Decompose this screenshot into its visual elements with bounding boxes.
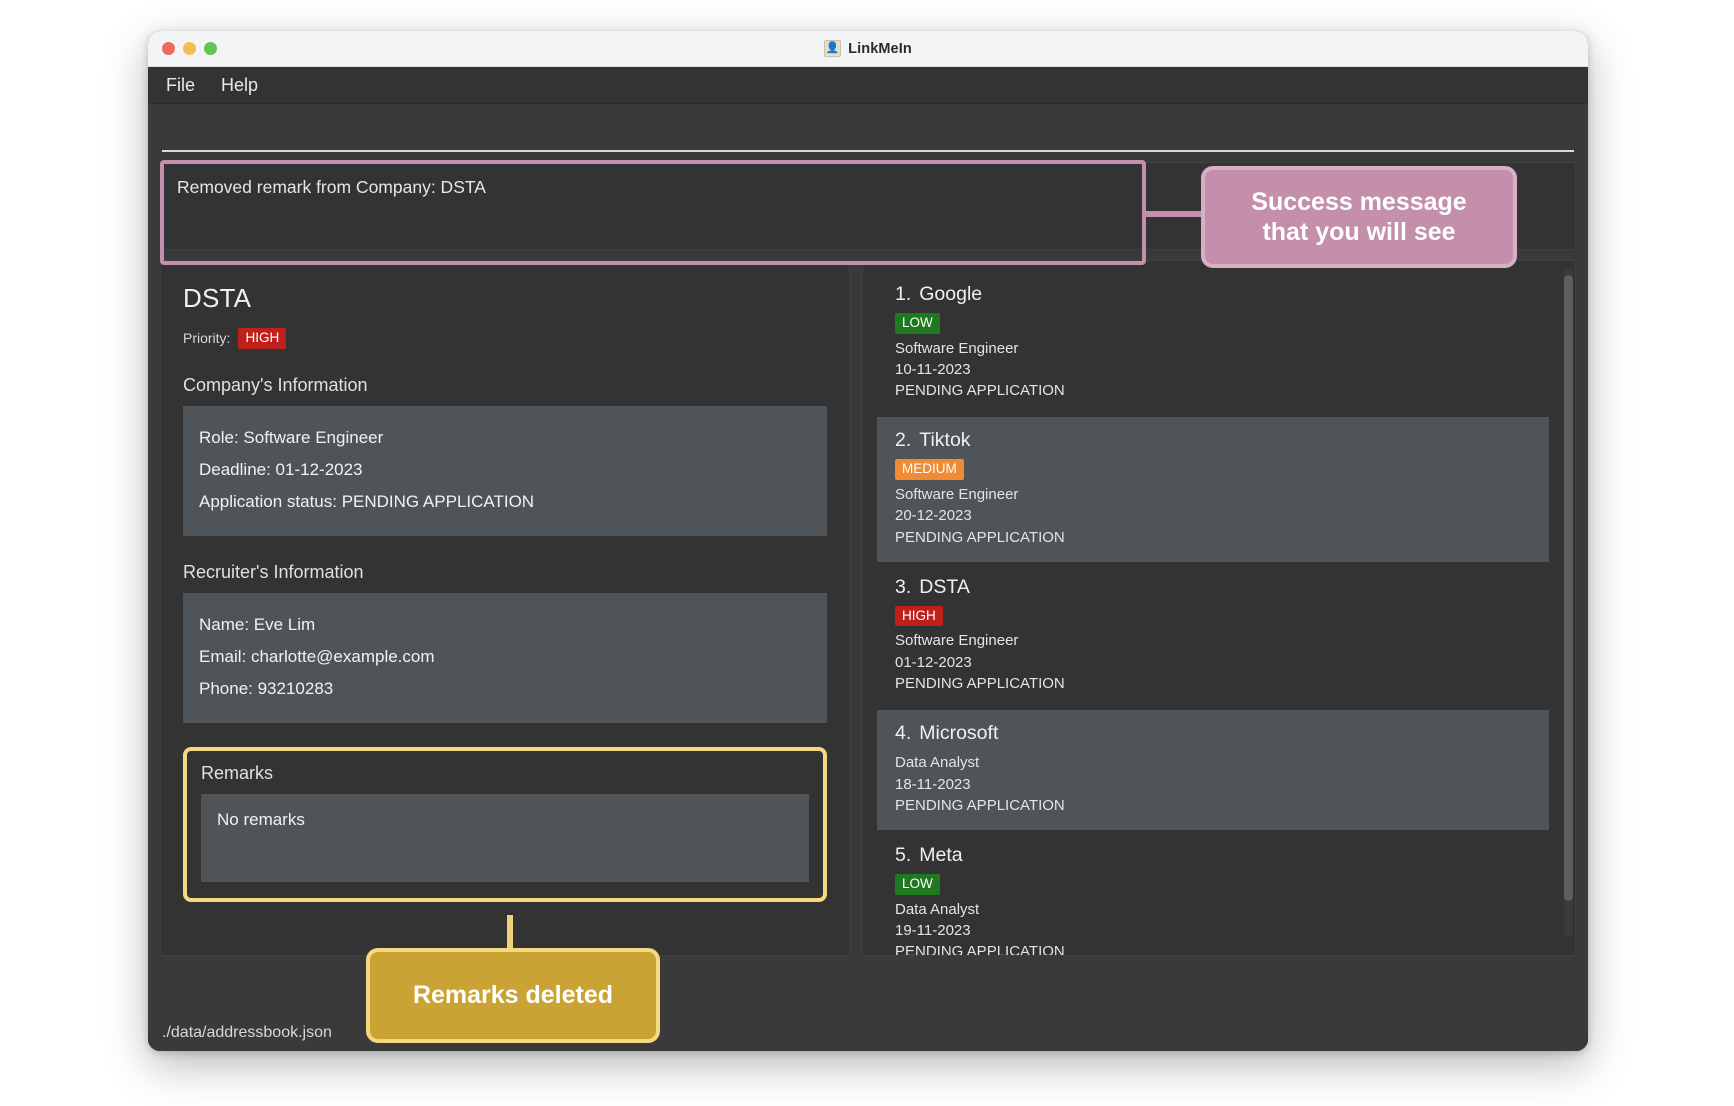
list-item-badge-row: LOW [895,313,1535,334]
list-item-head: 3. DSTA [895,576,1535,599]
detail-panel: DSTA Priority: HIGH Company's Informatio… [160,260,850,956]
list-item-priority-badge: HIGH [895,605,943,627]
command-region [148,104,1588,152]
list-item-priority-badge: LOW [895,874,940,895]
success-callout-line1: Success message [1251,187,1467,216]
list-item-head: 1. Google [895,283,1535,306]
list-item-role: Software Engineer [895,485,1019,503]
list-item-status: PENDING APPLICATION [895,943,1065,956]
list-item-date: 10-11-2023 [895,360,971,378]
priority-label: Priority: [183,330,231,347]
menu-item-file[interactable]: File [166,75,195,96]
company-deadline: Deadline: 01-12-2023 [199,459,363,479]
list-item-index: 5. [895,844,912,867]
remarks-card: No remarks [201,793,809,882]
list-item-priority-badge: MEDIUM [895,459,964,480]
list-item-status: PENDING APPLICATION [895,382,1065,400]
list-item-date: 20-12-2023 [895,507,972,525]
main-panes: DSTA Priority: HIGH Company's Informatio… [148,256,1588,956]
list-panel[interactable]: 1. Google LOW Software Engineer 10-11-202… [862,260,1576,956]
success-callout: Success message that you will see [1201,166,1517,268]
list-item[interactable]: 1. Google LOW Software Engineer 10-11-202… [877,271,1549,416]
screen: 👤 LinkMeIn File Help Removed remark from… [0,0,1734,1106]
list-item-role: Software Engineer [895,632,1019,650]
company-status: Application status: PENDING APPLICATION [199,491,535,511]
list-inner: 1. Google LOW Software Engineer 10-11-202… [877,271,1567,955]
window-title-wrap: 👤 LinkMeIn [148,31,1588,66]
list-item-company: Tiktok [919,429,971,452]
list-item-company: Google [919,283,983,305]
success-callout-connector [1146,211,1205,217]
recruiter-name: Name: Eve Lim [199,614,316,634]
list-item-badge-row: HIGH [895,605,1535,627]
remarks-text: No remarks [217,809,305,829]
list-item-date: 18-11-2023 [895,775,971,793]
minimize-button[interactable] [183,42,196,55]
status-bar-path: ./data/addressbook.json [162,1024,332,1041]
list-item-role: Data Analyst [895,754,980,772]
remarks-section-title: Remarks [201,762,274,783]
recruiter-section-title: Recruiter's Information [183,561,364,582]
list-item-date: 01-12-2023 [895,653,972,671]
success-callout-line2: that you will see [1262,218,1456,246]
company-section-title: Company's Information [183,374,368,395]
list-item-index: 3. [895,575,912,598]
recruiter-phone: Phone: 93210283 [199,678,334,698]
list-item-priority-badge: LOW [895,313,940,334]
list-item-status: PENDING APPLICATION [895,796,1065,814]
recruiter-email: Email: charlotte@example.com [199,646,435,666]
list-item-company: Meta [919,844,963,867]
maximize-button[interactable] [204,42,217,55]
menu-item-help[interactable]: Help [221,75,258,96]
window-titlebar: 👤 LinkMeIn [148,31,1588,67]
menubar: File Help [148,67,1588,104]
list-item-head: 4. Microsoft [895,722,1535,745]
list-item-head: 5. Meta [895,844,1535,867]
list-item-company: DSTA [919,575,970,598]
list-item-head: 2. Tiktok [895,429,1535,452]
company-info-card: Role: Software Engineer Deadline: 01-12-… [183,405,827,536]
remarks-highlight-frame: Remarks No remarks [183,746,827,902]
recruiter-info-card: Name: Eve Lim Email: charlotte@example.c… [183,592,827,723]
list-item[interactable]: 5. Meta LOW Data Analyst 19-11-2023 PENDI… [877,832,1549,956]
list-scrollbar-thumb[interactable] [1564,275,1573,901]
list-item-status: PENDING APPLICATION [895,674,1065,692]
list-item-status: PENDING APPLICATION [895,528,1065,546]
list-item-badge-row: LOW [895,874,1535,895]
company-role: Role: Software Engineer [199,427,384,447]
detail-company-name: DSTA [183,283,252,313]
list-item-index: 4. [895,722,912,745]
list-item-index: 1. [895,283,912,305]
list-item[interactable]: 4. Microsoft Data Analyst 18-11-2023 PEND… [877,710,1549,831]
list-item-badge-row: MEDIUM [895,459,1535,480]
person-icon: 👤 [824,40,842,57]
list-item-role: Software Engineer [895,339,1019,357]
list-item-role: Data Analyst [895,900,980,918]
close-button[interactable] [162,42,175,55]
command-input[interactable] [162,118,1574,152]
list-item-date: 19-11-2023 [895,921,971,939]
detail-priority-row: Priority: HIGH [183,328,827,349]
list-item[interactable]: 3. DSTA HIGH Software Engineer 01-12-2023… [877,563,1549,709]
list-item-index: 2. [895,429,912,452]
traffic-lights [162,42,217,55]
status-bar: ./data/addressbook.json [148,1015,1588,1051]
list-item[interactable]: 2. Tiktok MEDIUM Software Engineer 20-12-… [877,417,1549,562]
list-item-company: Microsoft [919,722,999,745]
remarks-callout: Remarks deleted [366,948,660,1043]
window-title: LinkMeIn [848,40,912,57]
priority-badge: HIGH [238,328,287,349]
